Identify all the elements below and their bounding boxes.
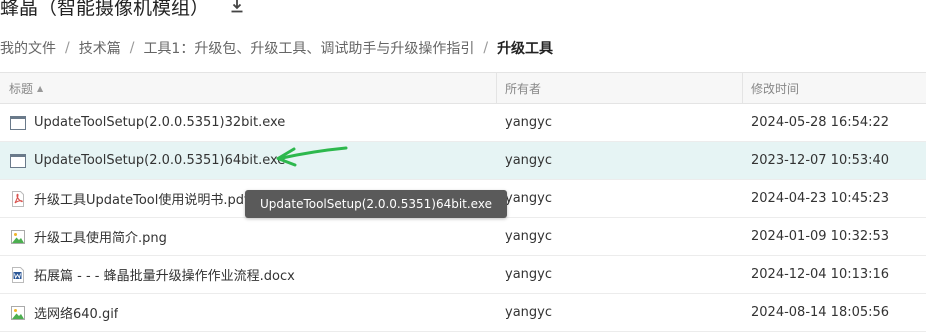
download-button[interactable] bbox=[227, 0, 247, 16]
pdf-file-icon bbox=[10, 190, 26, 207]
file-name-cell: UpdateToolSetup(2.0.0.5351)64bit.exe bbox=[0, 142, 496, 179]
table-row[interactable]: UpdateToolSetup(2.0.0.5351)32bit.exe yan… bbox=[0, 104, 926, 142]
breadcrumb: 我的文件 / 技术篇 / 工具1：升级包、升级工具、调试助手与升级操作指引 / … bbox=[0, 38, 553, 58]
file-name[interactable]: 升级工具使用简介.png bbox=[34, 227, 167, 246]
breadcrumb-tech[interactable]: 技术篇 bbox=[79, 38, 121, 58]
breadcrumb-separator: / bbox=[65, 40, 70, 56]
modified-cell: 2024-12-04 10:13:16 bbox=[751, 267, 890, 282]
download-icon bbox=[231, 0, 243, 13]
table-row[interactable]: UpdateToolSetup(2.0.0.5351)64bit.exe yan… bbox=[0, 142, 926, 180]
file-name[interactable]: UpdateToolSetup(2.0.0.5351)32bit.exe bbox=[34, 115, 285, 130]
owner-cell: yangyc bbox=[505, 115, 552, 130]
annotation-arrow bbox=[276, 146, 348, 167]
breadcrumb-current: 升级工具 bbox=[497, 41, 554, 57]
word-file-icon bbox=[10, 266, 26, 283]
table-header: 标题 ▲ 所有者 修改时间 bbox=[0, 72, 926, 104]
exe-file-icon bbox=[10, 115, 26, 131]
image-file-icon bbox=[10, 305, 26, 321]
modified-cell: 2024-05-28 16:54:22 bbox=[751, 115, 890, 130]
column-header-owner-label: 所有者 bbox=[505, 81, 542, 96]
exe-file-icon bbox=[10, 153, 26, 169]
breadcrumb-separator: / bbox=[483, 40, 489, 56]
column-header-name-label: 标题 bbox=[9, 81, 34, 96]
file-name[interactable]: 拓展篇 - - - 蜂晶批量升级操作作业流程.docx bbox=[34, 265, 295, 284]
modified-cell: 2024-01-09 10:32:53 bbox=[751, 229, 890, 244]
file-name[interactable]: UpdateToolSetup(2.0.0.5351)64bit.exe bbox=[34, 153, 285, 168]
file-name-cell: UpdateToolSetup(2.0.0.5351)32bit.exe bbox=[0, 104, 496, 141]
column-header-owner[interactable]: 所有者 bbox=[496, 73, 742, 103]
file-name-cell: 拓展篇 - - - 蜂晶批量升级操作作业流程.docx bbox=[0, 256, 496, 293]
table-row[interactable]: 升级工具使用简介.png yangyc 2024-01-09 10:32:53 bbox=[0, 218, 926, 256]
sort-ascending-icon: ▲ bbox=[37, 83, 44, 93]
breadcrumb-separator: / bbox=[129, 40, 135, 56]
owner-cell: yangyc bbox=[505, 153, 552, 168]
owner-cell: yangyc bbox=[505, 267, 552, 282]
modified-cell: 2023-12-07 10:53:40 bbox=[751, 153, 890, 168]
filename-tooltip: UpdateToolSetup(2.0.0.5351)64bit.exe bbox=[245, 190, 507, 218]
breadcrumb-tool-folder[interactable]: 工具1：升级包、升级工具、调试助手与升级操作指引 bbox=[143, 38, 474, 58]
file-name-cell: 选网络640.gif bbox=[0, 294, 496, 331]
table-row[interactable]: 选网络640.gif yangyc 2024-08-14 18:05:56 bbox=[0, 294, 926, 332]
breadcrumb-my-files[interactable]: 我的文件 bbox=[0, 38, 56, 58]
folder-title: 蜂晶（智能摄像机模组） bbox=[0, 0, 210, 19]
owner-cell: yangyc bbox=[505, 305, 552, 320]
modified-cell: 2024-04-23 10:45:23 bbox=[751, 191, 890, 206]
column-header-modified-label: 修改时间 bbox=[751, 81, 800, 96]
owner-cell: yangyc bbox=[505, 229, 552, 244]
image-file-icon bbox=[10, 229, 26, 245]
modified-cell: 2024-08-14 18:05:56 bbox=[751, 305, 890, 320]
owner-cell: yangyc bbox=[505, 191, 552, 206]
column-header-modified[interactable]: 修改时间 bbox=[742, 73, 926, 103]
table-row[interactable]: 拓展篇 - - - 蜂晶批量升级操作作业流程.docx yangyc 2024-… bbox=[0, 256, 926, 294]
file-name[interactable]: 升级工具UpdateTool使用说明书.pdf bbox=[34, 189, 249, 208]
header: 蜂晶（智能摄像机模组） bbox=[0, 0, 247, 24]
file-name-cell: 升级工具使用简介.png bbox=[0, 218, 496, 255]
column-header-name[interactable]: 标题 ▲ bbox=[0, 73, 496, 103]
file-name[interactable]: 选网络640.gif bbox=[34, 303, 118, 322]
